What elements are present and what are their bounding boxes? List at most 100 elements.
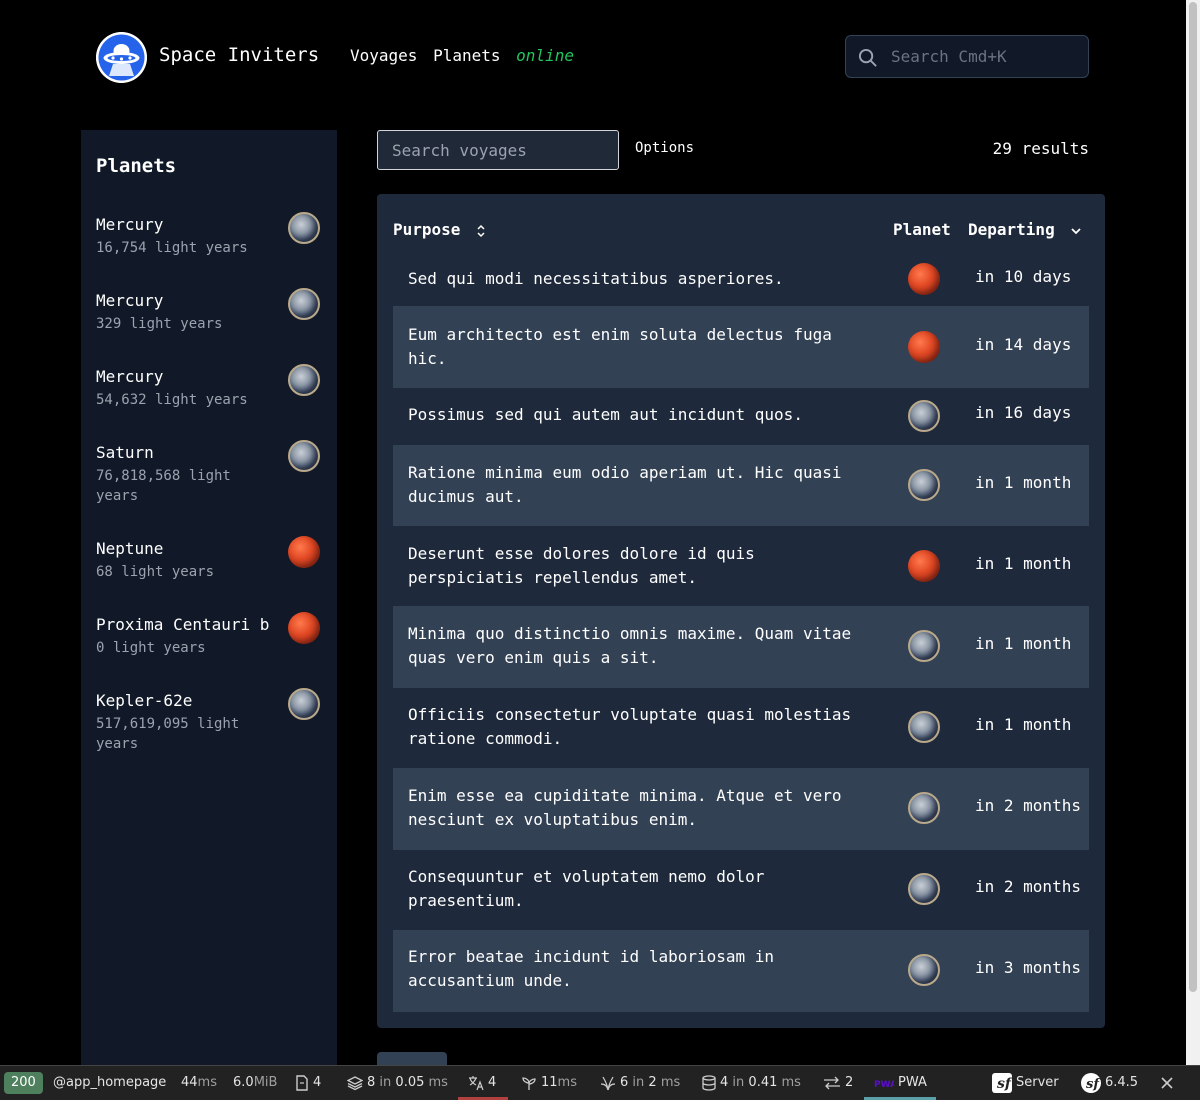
db-unit: ms — [781, 1075, 801, 1090]
memory-usage[interactable]: 6.0MiB — [233, 1066, 277, 1100]
file-icon — [296, 1074, 308, 1091]
purpose-header-label: Purpose — [393, 220, 461, 239]
voyage-purpose: Minima quo distinctio omnis maxime. Quam… — [408, 624, 852, 667]
stimulus-panel[interactable]: 11ms — [521, 1066, 577, 1100]
main-nav: Voyages Planets online — [350, 46, 574, 65]
earth-planet-icon — [908, 400, 940, 432]
planet-distance: 76,818,568 light years — [96, 468, 231, 504]
voyage-search-input[interactable] — [378, 131, 618, 169]
table-row[interactable]: Sed qui modi necessitatibus asperiores. … — [393, 252, 1089, 306]
table-row[interactable]: Ratione minima eum odio aperiam ut. Hic … — [393, 445, 1089, 526]
table-row[interactable]: Deserunt esse dolores dolore id quis per… — [393, 526, 1089, 606]
twig-in: in — [632, 1075, 645, 1090]
voyage-purpose: Error beatae incidunt id laboriosam in a… — [408, 947, 775, 990]
twig-unit: ms — [660, 1075, 681, 1090]
load-more-button[interactable] — [377, 1052, 447, 1066]
table-row[interactable]: Possimus sed qui autem aut incidunt quos… — [393, 388, 1089, 445]
close-icon[interactable] — [1159, 1075, 1175, 1091]
request-time-unit: ms — [197, 1075, 217, 1090]
table-row[interactable]: Officiis consectetur voluptate quasi mol… — [393, 688, 1089, 768]
pwa-logo-icon: PWA — [874, 1080, 894, 1088]
planet-item[interactable]: Proxima Centauri b 0 light years — [96, 612, 322, 658]
table-row[interactable]: Error beatae incidunt id laboriosam in a… — [393, 930, 1089, 1012]
earth-planet-icon — [288, 288, 320, 320]
planet-item[interactable]: Mercury 329 light years — [96, 288, 322, 334]
planet-item[interactable]: Saturn 76,818,568 light years — [96, 440, 322, 506]
planet-item[interactable]: Mercury 54,632 light years — [96, 364, 322, 410]
status-code-badge[interactable]: 200 — [4, 1072, 43, 1094]
earth-planet-icon — [908, 873, 940, 905]
table-row[interactable]: Enim esse ea cupiditate minima. Atque et… — [393, 768, 1089, 850]
planet-distance: 16,754 light years — [96, 240, 248, 256]
table-row[interactable]: Eum architecto est enim soluta delectus … — [393, 306, 1089, 388]
voyage-departing: in 14 days — [975, 335, 1072, 354]
voyage-departing: in 1 month — [975, 554, 1072, 573]
table-row[interactable]: Minima quo distinctio omnis maxime. Quam… — [393, 606, 1089, 688]
scrollbar-thumb[interactable] — [1189, 2, 1197, 992]
route-name[interactable]: @app_homepage — [53, 1066, 166, 1100]
database-icon — [702, 1074, 716, 1091]
pwa-label: PWA — [898, 1075, 927, 1090]
page-scrollbar[interactable] — [1186, 0, 1200, 1065]
nav-voyages-link[interactable]: Voyages — [350, 46, 417, 65]
planet-item[interactable]: Mercury 16,754 light years — [96, 212, 322, 258]
voyage-purpose: Consequuntur et voluptatem nemo dolor pr… — [408, 867, 765, 910]
http-client-panel[interactable]: 2 — [823, 1066, 853, 1100]
voyage-purpose: Enim esse ea cupiditate minima. Atque et… — [408, 786, 842, 829]
voyage-departing: in 1 month — [975, 715, 1072, 734]
cache-panel[interactable]: 8 in 0.05 ms — [347, 1066, 448, 1100]
nav-planets-link[interactable]: Planets — [433, 46, 500, 65]
svg-text:PWA: PWA — [874, 1080, 894, 1088]
twig-value: 2 — [648, 1075, 657, 1090]
ufo-logo-icon[interactable] — [96, 32, 147, 83]
planet-distance: 329 light years — [96, 316, 223, 332]
voyage-purpose: Eum architecto est enim soluta delectus … — [408, 325, 832, 368]
earth-planet-icon — [288, 688, 320, 720]
sprout-icon — [522, 1076, 536, 1090]
twig-count: 6 — [620, 1075, 629, 1090]
server-label: Server — [1016, 1075, 1059, 1090]
earth-planet-icon — [908, 711, 940, 743]
symfony-version-panel[interactable]: sf 6.4.5 — [1081, 1066, 1138, 1100]
global-search-placeholder: Search Cmd+K — [891, 47, 1007, 66]
layers-icon — [347, 1075, 363, 1090]
site-header: Space Inviters Voyages Planets online Se… — [0, 0, 1186, 112]
database-panel[interactable]: 4 in 0.41 ms — [702, 1066, 801, 1100]
voyage-purpose: Ratione minima eum odio aperiam ut. Hic … — [408, 463, 842, 506]
svg-text:sf: sf — [1086, 1077, 1101, 1092]
request-time-value: 44 — [181, 1075, 198, 1090]
cache-unit: ms — [428, 1075, 448, 1090]
mars-planet-icon — [908, 331, 940, 363]
forms-panel[interactable]: 4 — [295, 1066, 321, 1100]
symfony-icon: sf — [1081, 1072, 1101, 1093]
table-row[interactable]: Consequuntur et voluptatem nemo dolor pr… — [393, 850, 1089, 930]
planet-item[interactable]: Neptune 68 light years — [96, 536, 322, 582]
earth-planet-icon — [908, 630, 940, 662]
cache-time: 0.05 — [395, 1075, 425, 1090]
translation-count: 4 — [488, 1075, 497, 1090]
planet-item[interactable]: Kepler-62e 517,619,095 light years — [96, 688, 322, 754]
voyage-search-field[interactable] — [377, 130, 619, 170]
translate-icon — [469, 1075, 484, 1090]
departing-column-header[interactable]: Departing — [968, 220, 1082, 239]
stimulus-unit: ms — [557, 1075, 577, 1090]
earth-planet-icon — [908, 792, 940, 824]
pwa-panel[interactable]: PWA PWA — [874, 1066, 927, 1100]
voyage-departing: in 16 days — [975, 403, 1072, 422]
options-button[interactable]: Options — [635, 140, 694, 156]
db-in: in — [732, 1075, 745, 1090]
planet-distance: 68 light years — [96, 564, 215, 580]
departing-header-label: Departing — [968, 220, 1055, 239]
memory-value: 6.0 — [233, 1075, 254, 1090]
brand-name[interactable]: Space Inviters — [159, 44, 319, 66]
server-panel[interactable]: sf Server — [992, 1066, 1059, 1100]
translation-panel[interactable]: 4 — [468, 1066, 496, 1100]
symfony-logo-icon: sf — [992, 1072, 1012, 1093]
table-header: Purpose Planet Departing — [393, 220, 1089, 242]
twig-panel[interactable]: 6 in 2 ms — [600, 1066, 680, 1100]
global-search-button[interactable]: Search Cmd+K — [845, 35, 1089, 78]
request-time[interactable]: 44ms — [181, 1066, 217, 1100]
chevron-down-icon — [1071, 227, 1081, 234]
purpose-column-header[interactable]: Purpose — [393, 220, 486, 239]
earth-planet-icon — [288, 440, 320, 472]
